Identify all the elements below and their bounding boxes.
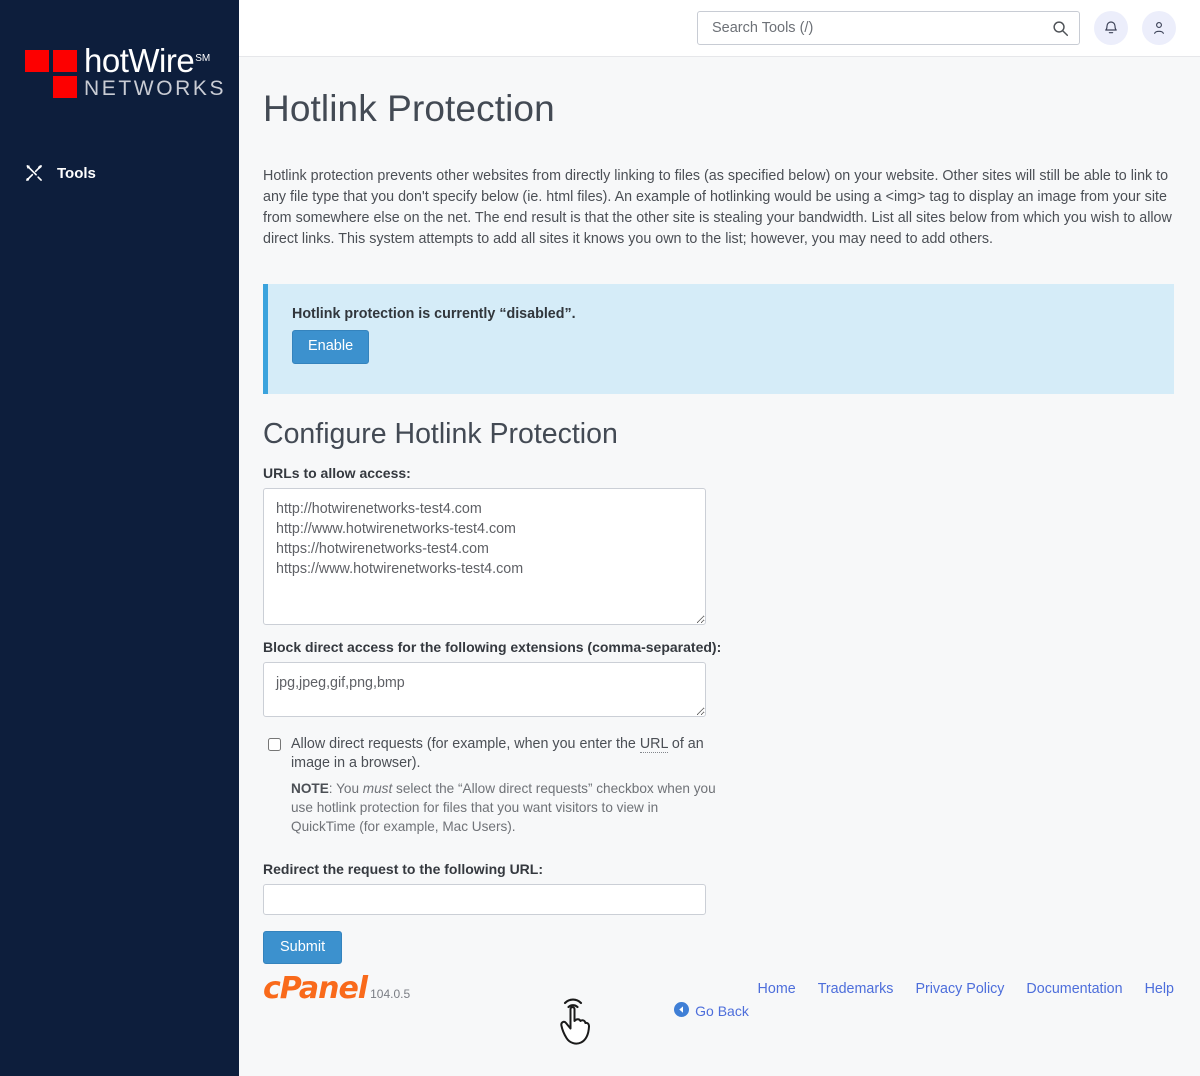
content-area: Hotlink Protection Hotlink protection pr…	[239, 88, 1200, 1045]
footer-link-trademarks[interactable]: Trademarks	[818, 981, 894, 997]
urls-label: URLs to allow access:	[263, 464, 411, 481]
footer-links: Home Trademarks Privacy Policy Documenta…	[758, 981, 1174, 997]
note-part1: : You	[328, 780, 363, 796]
cpanel-wordmark: cPanel	[263, 971, 368, 1006]
submit-button[interactable]: Submit	[263, 930, 343, 964]
section-title: Configure Hotlink Protection	[263, 417, 618, 450]
footer-link-privacy-policy[interactable]: Privacy Policy	[915, 981, 1004, 997]
cpanel-version: 104.0.5	[370, 987, 411, 1001]
url-abbreviation: URL	[639, 735, 668, 753]
app-root: hotWire SM NETWORKS Tools Search Tools (…	[0, 0, 1200, 1076]
allow-direct-text-before: Allow direct requests (for example, when…	[291, 735, 640, 752]
user-icon	[1151, 20, 1167, 36]
status-message: Hotlink protection is currently “disable…	[292, 306, 576, 322]
note-emphasis: must	[362, 780, 393, 796]
redirect-url-input[interactable]	[263, 883, 706, 915]
urls-textarea[interactable]	[263, 487, 706, 625]
redirect-label: Redirect the request to the following UR…	[263, 860, 544, 877]
top-bar	[239, 0, 1200, 57]
allow-direct-requests-checkbox[interactable]	[268, 737, 281, 751]
enable-button[interactable]: Enable	[292, 330, 370, 364]
allow-direct-requests-row[interactable]: Allow direct requests (for example, when…	[263, 735, 713, 773]
main-area: Hotlink Protection Hotlink protection pr…	[239, 0, 1200, 1076]
footer-link-documentation[interactable]: Documentation	[1026, 981, 1122, 997]
notifications-button[interactable]	[1094, 11, 1128, 45]
bell-icon	[1103, 20, 1119, 36]
sidebar: hotWire SM NETWORKS Tools	[0, 0, 239, 1076]
account-button[interactable]	[1142, 11, 1176, 45]
logo-squares-icon	[25, 48, 81, 98]
sidebar-item-label: Tools	[57, 164, 96, 182]
logo-secondary-text: NETWORKS	[84, 77, 227, 100]
extensions-textarea[interactable]	[263, 661, 706, 717]
allow-direct-requests-label: Allow direct requests (for example, when…	[291, 735, 713, 773]
page-title: Hotlink Protection	[263, 88, 555, 129]
note-label: NOTE	[291, 780, 329, 796]
cpanel-logo: cPanel 104.0.5	[263, 974, 410, 1004]
page-description: Hotlink protection prevents other websit…	[263, 168, 1172, 247]
allow-direct-note: NOTE: You must select the “Allow direct …	[291, 779, 716, 836]
logo-sm-mark: SM	[195, 53, 211, 64]
sidebar-item-tools[interactable]: Tools	[24, 163, 96, 183]
tools-icon	[24, 163, 44, 183]
footer-link-home[interactable]: Home	[758, 981, 796, 997]
page-footer: cPanel 104.0.5 Home Trademarks Privacy P…	[263, 966, 1174, 1012]
status-alert: Hotlink protection is currently “disable…	[263, 284, 1174, 394]
brand-logo: hotWire SM NETWORKS	[25, 44, 227, 100]
search-box[interactable]	[697, 11, 1080, 45]
extensions-label: Block direct access for the following ex…	[263, 638, 722, 655]
search-icon[interactable]	[1052, 20, 1069, 37]
search-input[interactable]	[710, 19, 1052, 37]
logo-wordmark: hotWire	[84, 42, 195, 79]
logo-primary-text: hotWire SM	[84, 42, 210, 79]
footer-link-help[interactable]: Help	[1145, 981, 1174, 997]
